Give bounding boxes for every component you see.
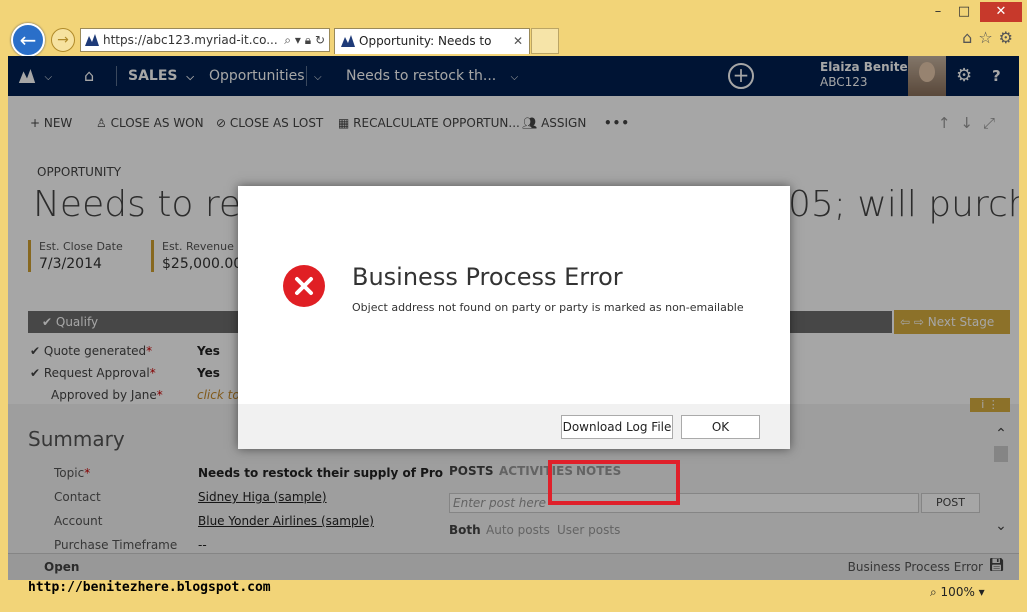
search-icon[interactable]: ⌕ [284, 33, 291, 47]
dialog-title: Business Process Error [352, 263, 623, 291]
arrow-right-icon: → [57, 32, 69, 48]
zoom-icon: ⌕ [930, 585, 941, 599]
forward-button[interactable]: → [51, 28, 75, 52]
browser-toolbar-icons: ⌂☆⚙ [962, 28, 1019, 47]
zoom-level[interactable]: ⌕ 100% ▾ [930, 585, 985, 600]
dropdown-icon[interactable]: ▾ [295, 33, 301, 47]
minimize-button[interactable]: – [926, 2, 950, 22]
lock-icon: 🔒︎ [304, 33, 312, 47]
url-text: https://abc123.myriad-it.co... [103, 33, 278, 47]
gear-icon[interactable]: ⚙ [999, 28, 1019, 47]
ok-button[interactable]: OK [681, 415, 760, 439]
watermark-url: http://benitezhere.blogspot.com [28, 580, 271, 595]
close-window-button[interactable]: ✕ [980, 2, 1022, 22]
dynamics-logo-icon [85, 34, 99, 46]
back-button[interactable]: ← [11, 23, 45, 57]
new-tab-button[interactable] [531, 28, 559, 54]
address-actions[interactable]: ⌕ ▾ 🔒︎ ↻ [284, 29, 325, 51]
page-content: ⌵ ⌂ SALES ⌵ Opportunities ⌵ Needs to res… [8, 56, 1019, 580]
browser-window: – □ ✕ ← → https://abc123.myriad-it.co...… [0, 0, 1027, 612]
refresh-icon[interactable]: ↻ [315, 33, 325, 47]
home-icon[interactable]: ⌂ [962, 28, 978, 47]
arrow-left-icon: ← [19, 28, 37, 52]
error-icon [283, 265, 325, 307]
tab-close-icon[interactable]: ✕ [513, 29, 523, 53]
dialog-message: Object address not found on party or par… [352, 301, 744, 314]
star-icon[interactable]: ☆ [978, 28, 998, 47]
chevron-down-icon: ▾ [974, 585, 985, 599]
address-bar[interactable]: https://abc123.myriad-it.co... ⌕ ▾ 🔒︎ ↻ [80, 28, 330, 52]
error-dialog: Business Process Error Object address no… [238, 186, 790, 449]
maximize-button[interactable]: □ [952, 2, 976, 22]
dynamics-logo-icon [341, 35, 355, 47]
highlight-annotation [548, 460, 680, 505]
browser-tab-active[interactable]: Opportunity: Needs to rest... ✕ [334, 28, 530, 72]
download-log-button[interactable]: Download Log File [561, 415, 673, 439]
zoom-value: 100% [940, 585, 975, 599]
